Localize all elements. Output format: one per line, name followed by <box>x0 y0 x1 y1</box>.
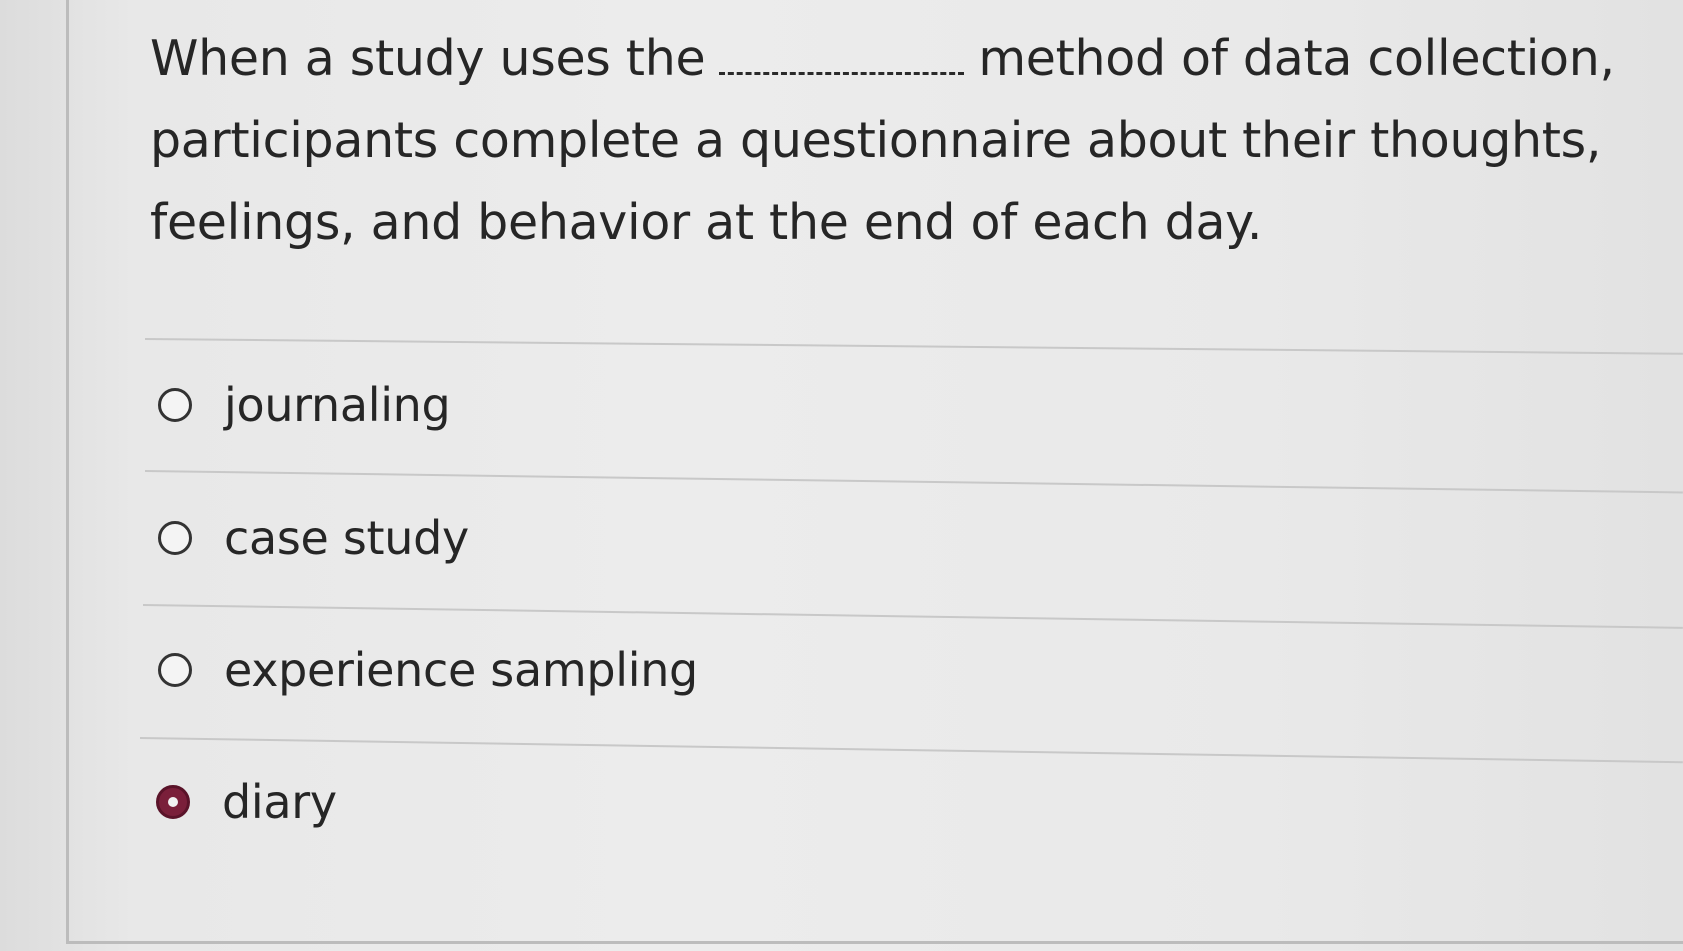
radio-button-icon[interactable] <box>158 521 192 555</box>
radio-button-icon[interactable] <box>158 388 192 422</box>
radio-button-selected-icon[interactable] <box>156 785 190 819</box>
question-part-1: When a study uses the <box>150 30 706 87</box>
question-text: When a study uses the method of data coll… <box>150 18 1650 264</box>
answer-option-journaling[interactable]: journaling <box>158 375 451 435</box>
option-label: case study <box>224 511 469 565</box>
answer-option-diary[interactable]: diary <box>156 772 337 832</box>
option-label: experience sampling <box>224 643 698 697</box>
answer-option-case-study[interactable]: case study <box>158 508 469 568</box>
option-label: journaling <box>224 378 451 432</box>
option-label: diary <box>222 775 337 829</box>
fill-in-blank <box>719 34 965 75</box>
answer-option-experience-sampling[interactable]: experience sampling <box>158 640 698 700</box>
radio-button-icon[interactable] <box>158 653 192 687</box>
